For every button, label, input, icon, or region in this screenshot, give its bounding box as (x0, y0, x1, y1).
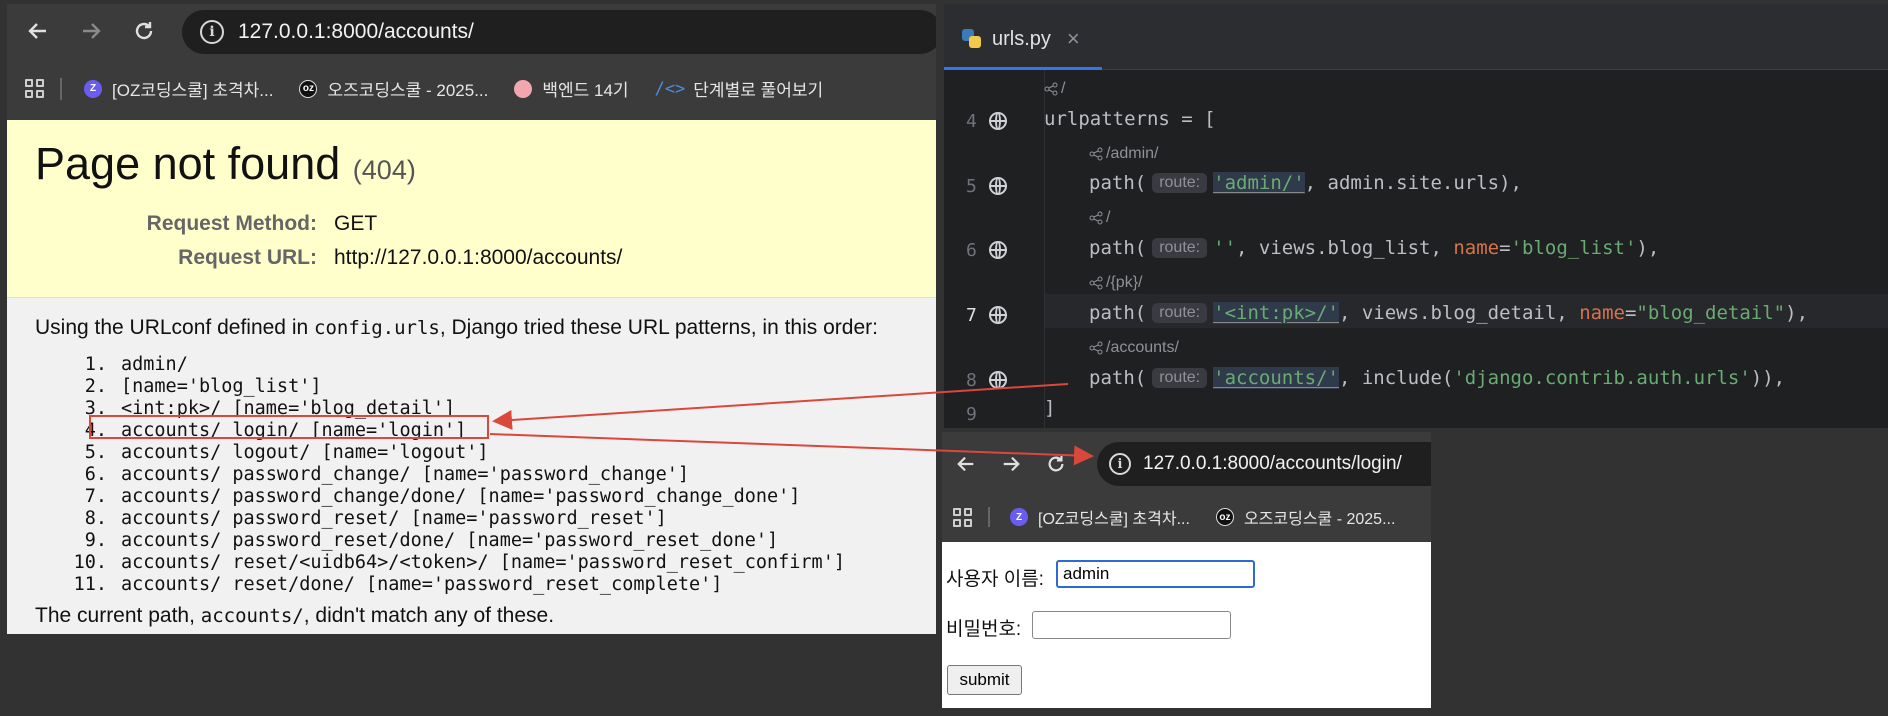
arrow-code-to-pattern (492, 383, 1069, 430)
arrow-pattern-to-login (489, 433, 1094, 466)
annotation-arrows (489, 383, 1094, 466)
